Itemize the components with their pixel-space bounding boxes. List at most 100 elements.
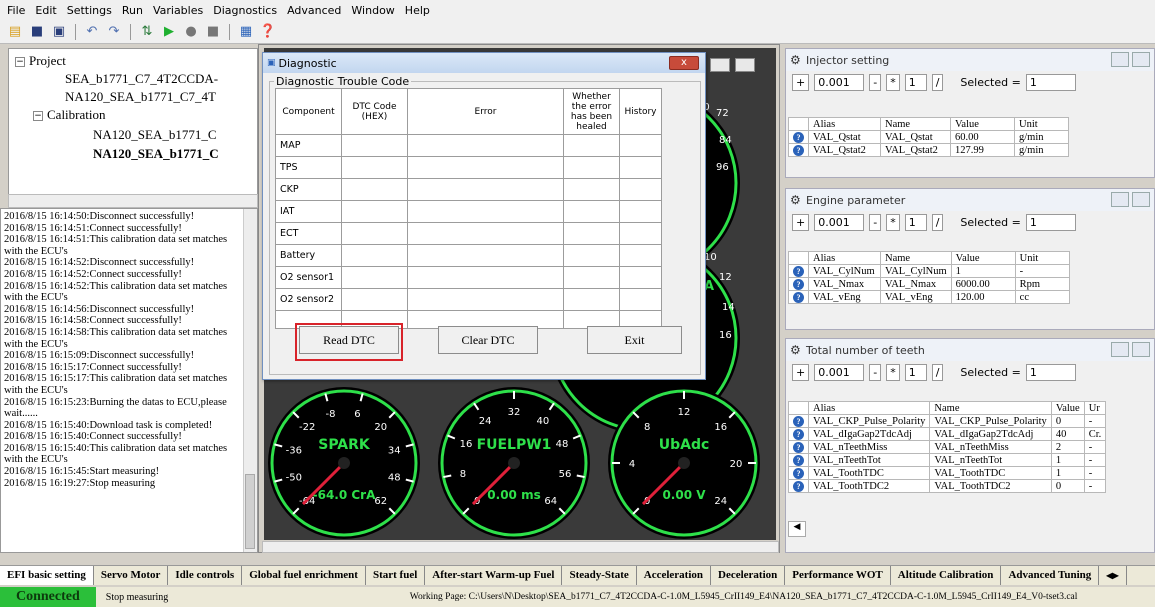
- plus-button[interactable]: +: [792, 363, 810, 381]
- tree-root[interactable]: − Project: [15, 53, 66, 69]
- tab-steady-state[interactable]: Steady-State: [562, 566, 637, 585]
- tab-altitude-calibration[interactable]: Altitude Calibration: [891, 566, 1002, 585]
- table-cell: -: [1083, 453, 1107, 467]
- exit-button[interactable]: Exit: [587, 326, 682, 354]
- working-page-path: Working Page: C:\Users\N\Desktop\SEA_b17…: [409, 592, 1078, 602]
- record-icon[interactable]: ●: [182, 23, 200, 41]
- step-input[interactable]: 0.001: [814, 73, 865, 91]
- run-icon[interactable]: ▶: [160, 23, 178, 41]
- multiplier-input[interactable]: 1: [904, 213, 927, 231]
- clear-dtc-button[interactable]: Clear DTC: [438, 326, 538, 354]
- connect-icon[interactable]: ⇅: [138, 23, 156, 41]
- multiplier-input[interactable]: 1: [904, 73, 927, 91]
- table-row: O2 sensor1: [275, 266, 662, 289]
- tab-start-fuel[interactable]: Start fuel: [366, 566, 426, 585]
- gauge-hub: [338, 457, 350, 469]
- open-icon[interactable]: ▤: [6, 23, 24, 41]
- save-as-icon[interactable]: ▣: [50, 23, 68, 41]
- step-input[interactable]: 0.001: [814, 363, 865, 381]
- minimize-icon[interactable]: [710, 58, 730, 72]
- tree-item-active[interactable]: NA120_SEA_b1771_C: [93, 146, 219, 162]
- tree-horizontal-scrollbar[interactable]: [8, 194, 258, 208]
- row-icon-cell: ?: [788, 466, 809, 480]
- step-input[interactable]: 0.001: [814, 213, 865, 231]
- minimize-icon[interactable]: [1111, 342, 1129, 357]
- table-row[interactable]: ? VAL_ToothTDC VAL_ToothTDC 1-: [788, 466, 1107, 480]
- log-line: 2016/8/15 16:15:40:Connect successfully!: [4, 431, 182, 443]
- redo-icon[interactable]: ↷: [105, 23, 123, 41]
- tab-after-start-warm-up-fuel[interactable]: After-start Warm-up Fuel: [425, 566, 563, 585]
- tab-global-fuel-enrichment[interactable]: Global fuel enrichment: [242, 566, 366, 585]
- menu-item-advanced[interactable]: Advanced: [282, 4, 346, 17]
- row-icon-cell: ?: [788, 290, 809, 304]
- menu-item-variables[interactable]: Variables: [148, 4, 208, 17]
- collapse-icon[interactable]: −: [33, 110, 43, 121]
- multiply-button[interactable]: *: [886, 73, 900, 91]
- tab-deceleration[interactable]: Deceleration: [711, 566, 786, 585]
- minimize-icon[interactable]: [1111, 52, 1129, 67]
- multiply-button[interactable]: *: [886, 213, 900, 231]
- save-icon[interactable]: ■: [28, 23, 46, 41]
- table-row[interactable]: ? VAL_dIgaGap2TdcAdj VAL_dIgaGap2TdcAdj 40 C…: [788, 427, 1107, 441]
- selected-label: Selected =: [960, 215, 1021, 229]
- table-row[interactable]: ? VAL_Nmax VAL_Nmax 6000.00 Rpm: [788, 277, 1070, 291]
- table-row[interactable]: ? VAL_Qstat VAL_Qstat 60.00 g/min: [788, 130, 1069, 144]
- table-row[interactable]: ? VAL_vEng VAL_vEng 120.00 cc: [788, 290, 1070, 304]
- stop-icon[interactable]: ■: [204, 23, 222, 41]
- collapse-icon[interactable]: −: [15, 56, 25, 67]
- minus-button[interactable]: -: [869, 213, 882, 231]
- minus-button[interactable]: -: [869, 363, 882, 381]
- divide-button[interactable]: /: [931, 363, 944, 381]
- menu-item-settings[interactable]: Settings: [62, 4, 117, 17]
- table-cell: -: [1083, 466, 1107, 480]
- scrollbar-thumb[interactable]: [245, 474, 255, 549]
- divide-button[interactable]: /: [931, 213, 944, 231]
- tab-performance-wot[interactable]: Performance WOT: [785, 566, 891, 585]
- table-cell: VAL_nTeethMiss: [929, 440, 1052, 454]
- table-row[interactable]: ? VAL_CKP_Pulse_Polarity VAL_CKP_Pulse_Pol…: [788, 414, 1107, 428]
- minimize-icon[interactable]: [1111, 192, 1129, 207]
- table-row[interactable]: ? VAL_ToothTDC2 VAL_ToothTDC2 0-: [788, 479, 1107, 493]
- multiply-button[interactable]: *: [886, 363, 900, 381]
- tree-item[interactable]: NA120_SEA_b1771_C7_4T: [65, 89, 216, 105]
- tree-calibration[interactable]: − Calibration: [33, 107, 106, 123]
- menu-item-help[interactable]: Help: [400, 4, 435, 17]
- menu-item-run[interactable]: Run: [117, 4, 148, 17]
- scroll-left-icon[interactable]: ◀: [788, 521, 806, 537]
- tab-efi-basic-setting[interactable]: EFI basic setting: [0, 566, 94, 585]
- gauge-tick-label: 48: [388, 472, 401, 483]
- tab-acceleration[interactable]: Acceleration: [637, 566, 711, 585]
- menu-item-file[interactable]: File: [2, 4, 30, 17]
- restore-icon[interactable]: [1132, 52, 1150, 67]
- table-row[interactable]: ? VAL_CylNum VAL_CylNum 1-: [788, 264, 1070, 278]
- restore-icon[interactable]: [1132, 342, 1150, 357]
- tree-item[interactable]: SEA_b1771_C7_4T2CCDA-: [65, 71, 218, 87]
- log-scrollbar[interactable]: [243, 209, 257, 552]
- table-row[interactable]: ? VAL_nTeethMiss VAL_nTeethMiss 2-: [788, 440, 1107, 454]
- selected-input[interactable]: 1: [1025, 363, 1076, 381]
- restore-icon[interactable]: [735, 58, 755, 72]
- plus-button[interactable]: +: [792, 213, 810, 231]
- tab-idle-controls[interactable]: Idle controls: [168, 566, 243, 585]
- gauge-horizontal-scrollbar[interactable]: [262, 541, 779, 553]
- divide-button[interactable]: /: [931, 73, 944, 91]
- help-icon[interactable]: ❓: [259, 23, 277, 41]
- table-row[interactable]: ? VAL_nTeethTot VAL_nTeethTot 1-: [788, 453, 1107, 467]
- chart-icon[interactable]: ▦: [237, 23, 255, 41]
- selected-input[interactable]: 1: [1025, 213, 1076, 231]
- tab-advanced-tuning[interactable]: Advanced Tuning: [1001, 566, 1100, 585]
- tree-item[interactable]: NA120_SEA_b1771_C: [93, 127, 217, 143]
- multiplier-input[interactable]: 1: [904, 363, 927, 381]
- tab-scroll-arrows[interactable]: ◀▶: [1099, 566, 1127, 585]
- restore-icon[interactable]: [1132, 192, 1150, 207]
- menu-item-window[interactable]: Window: [346, 4, 399, 17]
- tab-servo-motor[interactable]: Servo Motor: [94, 566, 169, 585]
- selected-input[interactable]: 1: [1025, 73, 1076, 91]
- close-button[interactable]: x: [669, 56, 699, 70]
- minus-button[interactable]: -: [869, 73, 882, 91]
- menu-item-edit[interactable]: Edit: [30, 4, 61, 17]
- undo-icon[interactable]: ↶: [83, 23, 101, 41]
- plus-button[interactable]: +: [792, 73, 810, 91]
- menu-item-diagnostics[interactable]: Diagnostics: [208, 4, 282, 17]
- table-row[interactable]: ? VAL_Qstat2 VAL_Qstat2 127.99 g/min: [788, 143, 1069, 157]
